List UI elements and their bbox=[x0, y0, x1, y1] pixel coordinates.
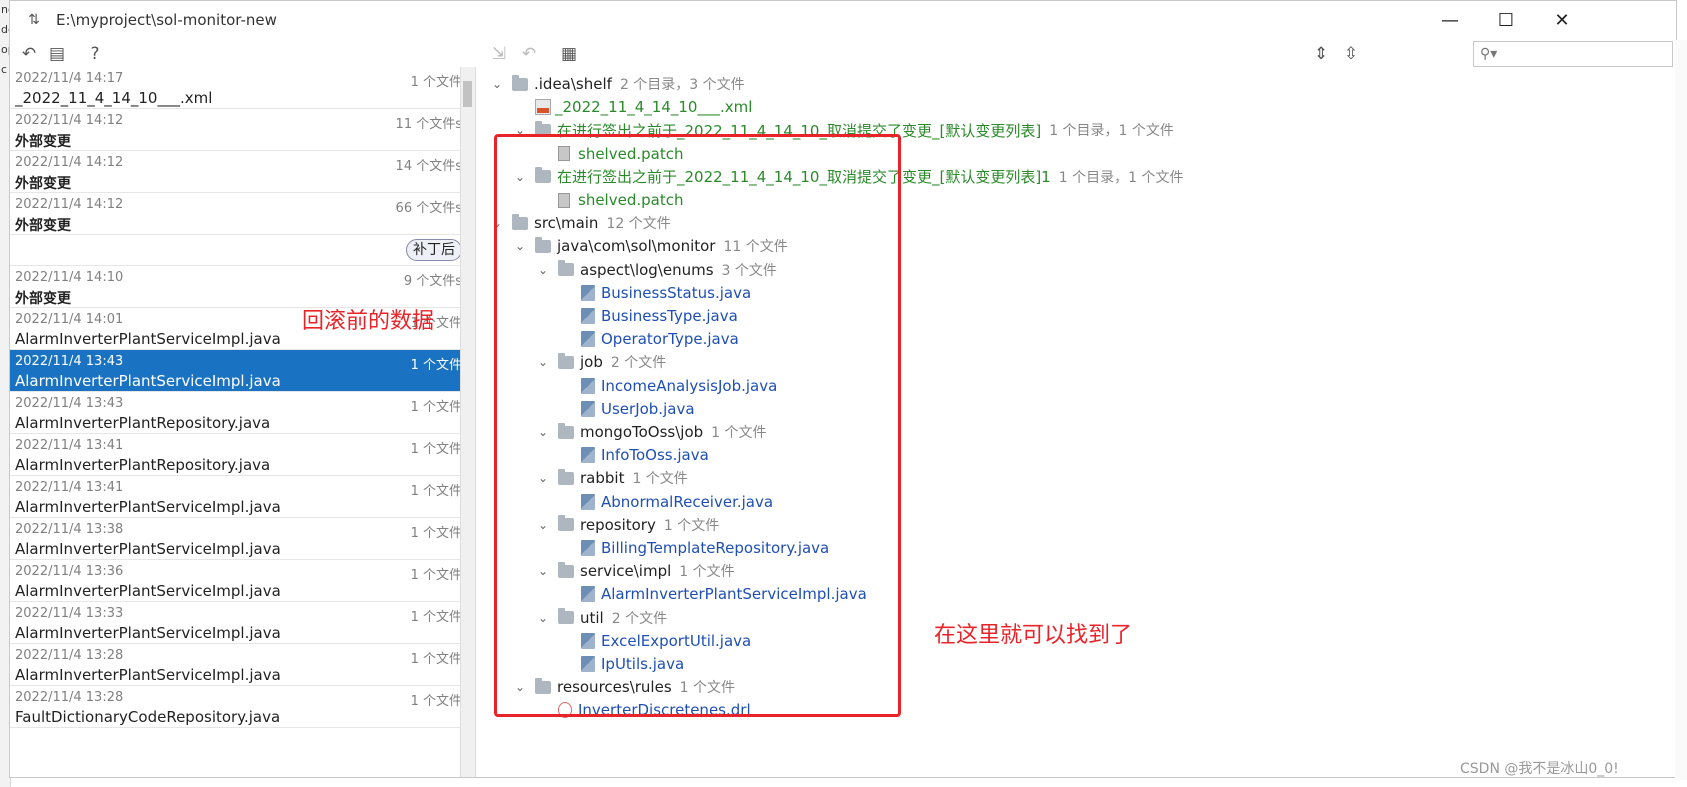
history-message: FaultDictionaryCodeRepository.java bbox=[15, 708, 281, 726]
history-scrollbar[interactable] bbox=[460, 67, 476, 777]
tree-node-label: .idea\shelf bbox=[534, 75, 612, 93]
history-patch-marker[interactable]: 补丁后 bbox=[10, 235, 470, 266]
history-message: AlarmInverterPlantServiceImpl.java bbox=[15, 666, 281, 684]
history-date: 2022/11/4 13:28 bbox=[15, 648, 124, 663]
history-list: 2022/11/4 14:17 1 个文件 _2022_11_4_14_10___.… bbox=[10, 67, 470, 777]
create-patch-icon[interactable]: ▤ bbox=[44, 41, 70, 67]
history-entry[interactable]: 2022/11/4 13:43 1 个文件 AlarmInverterPlantSe… bbox=[10, 350, 470, 392]
toolbar: ↶ ▤ ? ⇲ ↶ ▦ ⇕ ⇳ ⚲▾ bbox=[10, 39, 1676, 69]
history-date: 2022/11/4 14:17 bbox=[15, 71, 124, 86]
history-date: 2022/11/4 14:12 bbox=[15, 197, 124, 212]
history-date: 2022/11/4 13:28 bbox=[15, 690, 124, 705]
history-count: 1 个文件 bbox=[410, 568, 462, 583]
history-date: 2022/11/4 14:01 bbox=[15, 312, 124, 327]
history-message: _2022_11_4_14_10___.xml bbox=[15, 89, 213, 107]
history-date: 2022/11/4 14:10 bbox=[15, 270, 124, 285]
history-message: AlarmInverterPlantServiceImpl.java bbox=[15, 330, 281, 348]
history-entry[interactable]: 2022/11/4 14:17 1 个文件 _2022_11_4_14_10___.… bbox=[10, 67, 470, 109]
history-entry[interactable]: 2022/11/4 14:12 66 个文件s 外部变更 bbox=[10, 193, 470, 235]
history-count: 1 个文件 bbox=[410, 652, 462, 667]
history-count: 1 个文件 bbox=[410, 694, 462, 709]
history-count: 11 个文件s bbox=[395, 117, 462, 132]
history-entry[interactable]: 2022/11/4 13:38 1 个文件 AlarmInverterPlantSe… bbox=[10, 518, 470, 560]
history-count: 1 个文件 bbox=[410, 484, 462, 499]
revert-icon[interactable]: ↶ bbox=[16, 41, 42, 67]
history-count: 9 个文件s bbox=[403, 274, 462, 289]
minimize-button[interactable]: — bbox=[1422, 1, 1478, 39]
outer-scrollbar bbox=[1675, 40, 1687, 780]
history-count: 1 个文件 bbox=[410, 75, 462, 90]
group-by-icon[interactable]: ▦ bbox=[556, 41, 582, 67]
history-date: 2022/11/4 13:43 bbox=[15, 354, 124, 369]
xml-file-icon bbox=[535, 99, 551, 116]
history-count: 1 个文件 bbox=[410, 610, 462, 625]
revert-selection-icon[interactable]: ↶ bbox=[516, 41, 542, 67]
watermark: CSDN @我不是冰山0_0! bbox=[1460, 761, 1619, 777]
collapse-all-icon[interactable]: ⇳ bbox=[1338, 41, 1364, 67]
search-field[interactable]: ⚲▾ bbox=[1473, 41, 1673, 67]
tree-node-count: 1 个目录，1 个文件 bbox=[1049, 123, 1174, 140]
after-patch-badge: 补丁后 bbox=[406, 239, 462, 261]
show-diff-icon[interactable]: ⇲ bbox=[486, 41, 512, 67]
history-message: AlarmInverterPlantRepository.java bbox=[15, 414, 271, 432]
history-entry[interactable]: 2022/11/4 13:28 1 个文件 FaultDictionaryCodeR… bbox=[10, 686, 470, 728]
tree-file[interactable]: _2022_11_4_14_10___.xml bbox=[535, 96, 752, 118]
history-entry[interactable]: 2022/11/4 14:10 9 个文件s 外部变更 bbox=[10, 266, 470, 308]
history-message: AlarmInverterPlantRepository.java bbox=[15, 456, 271, 474]
highlight-box bbox=[494, 134, 901, 717]
history-count: 1 个文件 bbox=[410, 358, 462, 373]
close-button[interactable]: ✕ bbox=[1534, 1, 1590, 39]
history-date: 2022/11/4 13:41 bbox=[15, 438, 124, 453]
maximize-button[interactable]: ☐ bbox=[1478, 1, 1534, 39]
history-date: 2022/11/4 13:41 bbox=[15, 480, 124, 495]
history-message: 外部变更 bbox=[15, 291, 71, 307]
chevron-down-icon[interactable]: ⌄ bbox=[490, 77, 504, 91]
tree-node-count: 1 个目录，1 个文件 bbox=[1058, 169, 1184, 186]
history-message: AlarmInverterPlantServiceImpl.java bbox=[15, 624, 281, 642]
history-date: 2022/11/4 13:38 bbox=[15, 522, 124, 537]
history-date: 2022/11/4 13:33 bbox=[15, 606, 124, 621]
history-entry[interactable]: 2022/11/4 13:33 1 个文件 AlarmInverterPlantSe… bbox=[10, 602, 470, 644]
window-title: E:\myproject\sol-monitor-new bbox=[56, 11, 277, 29]
folder-icon bbox=[512, 74, 528, 91]
search-icon: ⚲▾ bbox=[1480, 46, 1498, 62]
history-message: 外部变更 bbox=[15, 218, 71, 234]
history-count: 1 个文件 bbox=[410, 442, 462, 457]
history-entry[interactable]: 2022/11/4 14:12 14 个文件s 外部变更 bbox=[10, 151, 470, 193]
history-count: 14 个文件s bbox=[395, 159, 462, 174]
history-message: 外部变更 bbox=[15, 176, 71, 192]
annotation-before-rollback: 回滚前的数据 bbox=[302, 309, 435, 334]
history-message: AlarmInverterPlantServiceImpl.java bbox=[15, 372, 281, 390]
history-entry[interactable]: 2022/11/4 13:41 1 个文件 AlarmInverterPlantSe… bbox=[10, 476, 470, 518]
tree-node-label: _2022_11_4_14_10___.xml bbox=[555, 98, 753, 117]
annotation-found-here: 在这里就可以找到了 bbox=[934, 623, 1133, 648]
history-entry[interactable]: 2022/11/4 13:43 1 个文件 AlarmInverterPlantRe… bbox=[10, 392, 470, 434]
history-date: 2022/11/4 13:36 bbox=[15, 564, 124, 579]
history-message: 外部变更 bbox=[15, 134, 71, 150]
history-date: 2022/11/4 14:12 bbox=[15, 113, 124, 128]
history-count: 1 个文件 bbox=[410, 526, 462, 541]
local-history-window: ⇅ E:\myproject\sol-monitor-new — ☐ ✕ ↶ ▤… bbox=[9, 0, 1677, 778]
history-entry[interactable]: 2022/11/4 13:41 1 个文件 AlarmInverterPlantRe… bbox=[10, 434, 470, 476]
history-count: 66 个文件s bbox=[395, 201, 462, 216]
help-icon[interactable]: ? bbox=[82, 41, 108, 67]
tree-node-count: 2 个目录，3 个文件 bbox=[619, 77, 745, 93]
app-icon: ⇅ bbox=[28, 12, 40, 28]
history-date: 2022/11/4 14:12 bbox=[15, 155, 124, 170]
history-message: AlarmInverterPlantServiceImpl.java bbox=[15, 540, 281, 558]
expand-all-icon[interactable]: ⇕ bbox=[1308, 41, 1334, 67]
history-entry[interactable]: 2022/11/4 14:12 11 个文件s 外部变更 bbox=[10, 109, 470, 151]
history-message: AlarmInverterPlantServiceImpl.java bbox=[15, 498, 281, 516]
history-date: 2022/11/4 13:43 bbox=[15, 396, 124, 411]
history-message: AlarmInverterPlantServiceImpl.java bbox=[15, 582, 281, 600]
history-entry[interactable]: 2022/11/4 13:36 1 个文件 AlarmInverterPlantSe… bbox=[10, 560, 470, 602]
tree-folder[interactable]: ⌄ .idea\shelf 2 个目录，3 个文件 bbox=[490, 73, 745, 95]
title-bar: ⇅ E:\myproject\sol-monitor-new — ☐ ✕ bbox=[10, 1, 1676, 39]
history-entry[interactable]: 2022/11/4 13:28 1 个文件 AlarmInverterPlantSe… bbox=[10, 644, 470, 686]
history-count: 1 个文件 bbox=[410, 400, 462, 415]
